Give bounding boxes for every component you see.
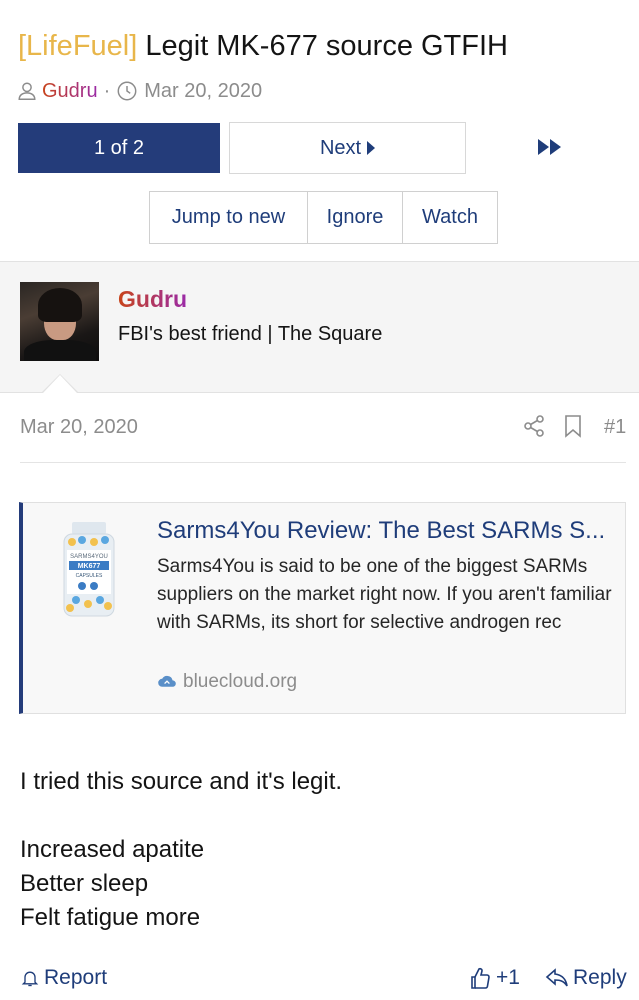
divider	[20, 462, 626, 463]
reply-label: Reply	[573, 966, 627, 989]
jump-to-new-button[interactable]: Jump to new	[150, 192, 308, 243]
meta-separator: ·	[103, 79, 111, 102]
thread-actions: Jump to new Ignore Watch	[149, 191, 498, 244]
body-line: Felt fatigue more	[20, 904, 201, 931]
unfurl-description: Sarms4You is said to be one of the bigge…	[157, 556, 612, 633]
unfurl-title[interactable]: Sarms4You Review: The Best SARMs S...	[157, 515, 607, 547]
thumbnail-sublabel: CAPSULES	[76, 573, 103, 579]
reply-button[interactable]: Reply	[545, 963, 627, 993]
page-indicator[interactable]: 1 of 2	[18, 123, 220, 173]
thread-prefix[interactable]: [LifeFuel]	[18, 30, 137, 62]
like-button[interactable]: +1	[468, 963, 520, 993]
fast-forward-icon	[538, 139, 561, 155]
globe-icon	[158, 675, 176, 687]
ignore-button[interactable]: Ignore	[308, 192, 403, 243]
user-title: FBI's best friend | The Square	[118, 323, 383, 345]
last-page-button[interactable]	[530, 131, 570, 163]
report-label: Report	[44, 966, 108, 989]
thread-date[interactable]: Mar 20, 2020	[144, 80, 262, 103]
like-count: +1	[496, 966, 520, 989]
thread-author[interactable]: Gudru	[42, 80, 98, 103]
watch-button[interactable]: Watch	[403, 192, 497, 243]
thumbs-up-icon	[471, 967, 490, 989]
avatar[interactable]	[20, 282, 99, 361]
thread-title-text: Legit MK-677 source GTFIH	[145, 30, 508, 62]
clock-icon	[117, 81, 137, 101]
thumbnail-brand: SARMS4YOU	[70, 554, 108, 560]
post-body: I tried this source and it's legit. Incr…	[20, 765, 342, 935]
body-line: I tried this source and it's legit.	[20, 768, 343, 795]
unfurl-thumbnail[interactable]: SARMS4YOU MK677 CAPSULES	[58, 520, 120, 620]
thread-meta: Gudru · Mar 20, 2020	[16, 76, 262, 106]
post-username[interactable]: Gudru	[118, 284, 187, 314]
body-line: Better sleep	[20, 870, 149, 897]
unfurl-domain[interactable]: bluecloud.org	[157, 668, 297, 696]
post-date[interactable]: Mar 20, 2020	[20, 414, 138, 440]
caret-right-icon	[367, 141, 376, 155]
bookmark-icon[interactable]	[563, 414, 583, 438]
header-notch	[43, 375, 77, 393]
post-number[interactable]: #1	[604, 414, 626, 440]
body-line: Increased apatite	[20, 836, 205, 863]
thumbnail-label: MK677	[78, 563, 101, 570]
share-icon[interactable]	[522, 414, 546, 438]
thread-title: [LifeFuel] Legit MK-677 source GTFIH	[18, 26, 508, 66]
user-icon	[18, 82, 36, 100]
bell-icon	[21, 971, 39, 987]
report-button[interactable]: Report	[20, 963, 107, 993]
next-page-button[interactable]: Next	[229, 122, 466, 174]
unfurl-domain-text: bluecloud.org	[183, 671, 298, 692]
reply-icon	[545, 968, 568, 987]
next-page-label: Next	[319, 136, 362, 159]
